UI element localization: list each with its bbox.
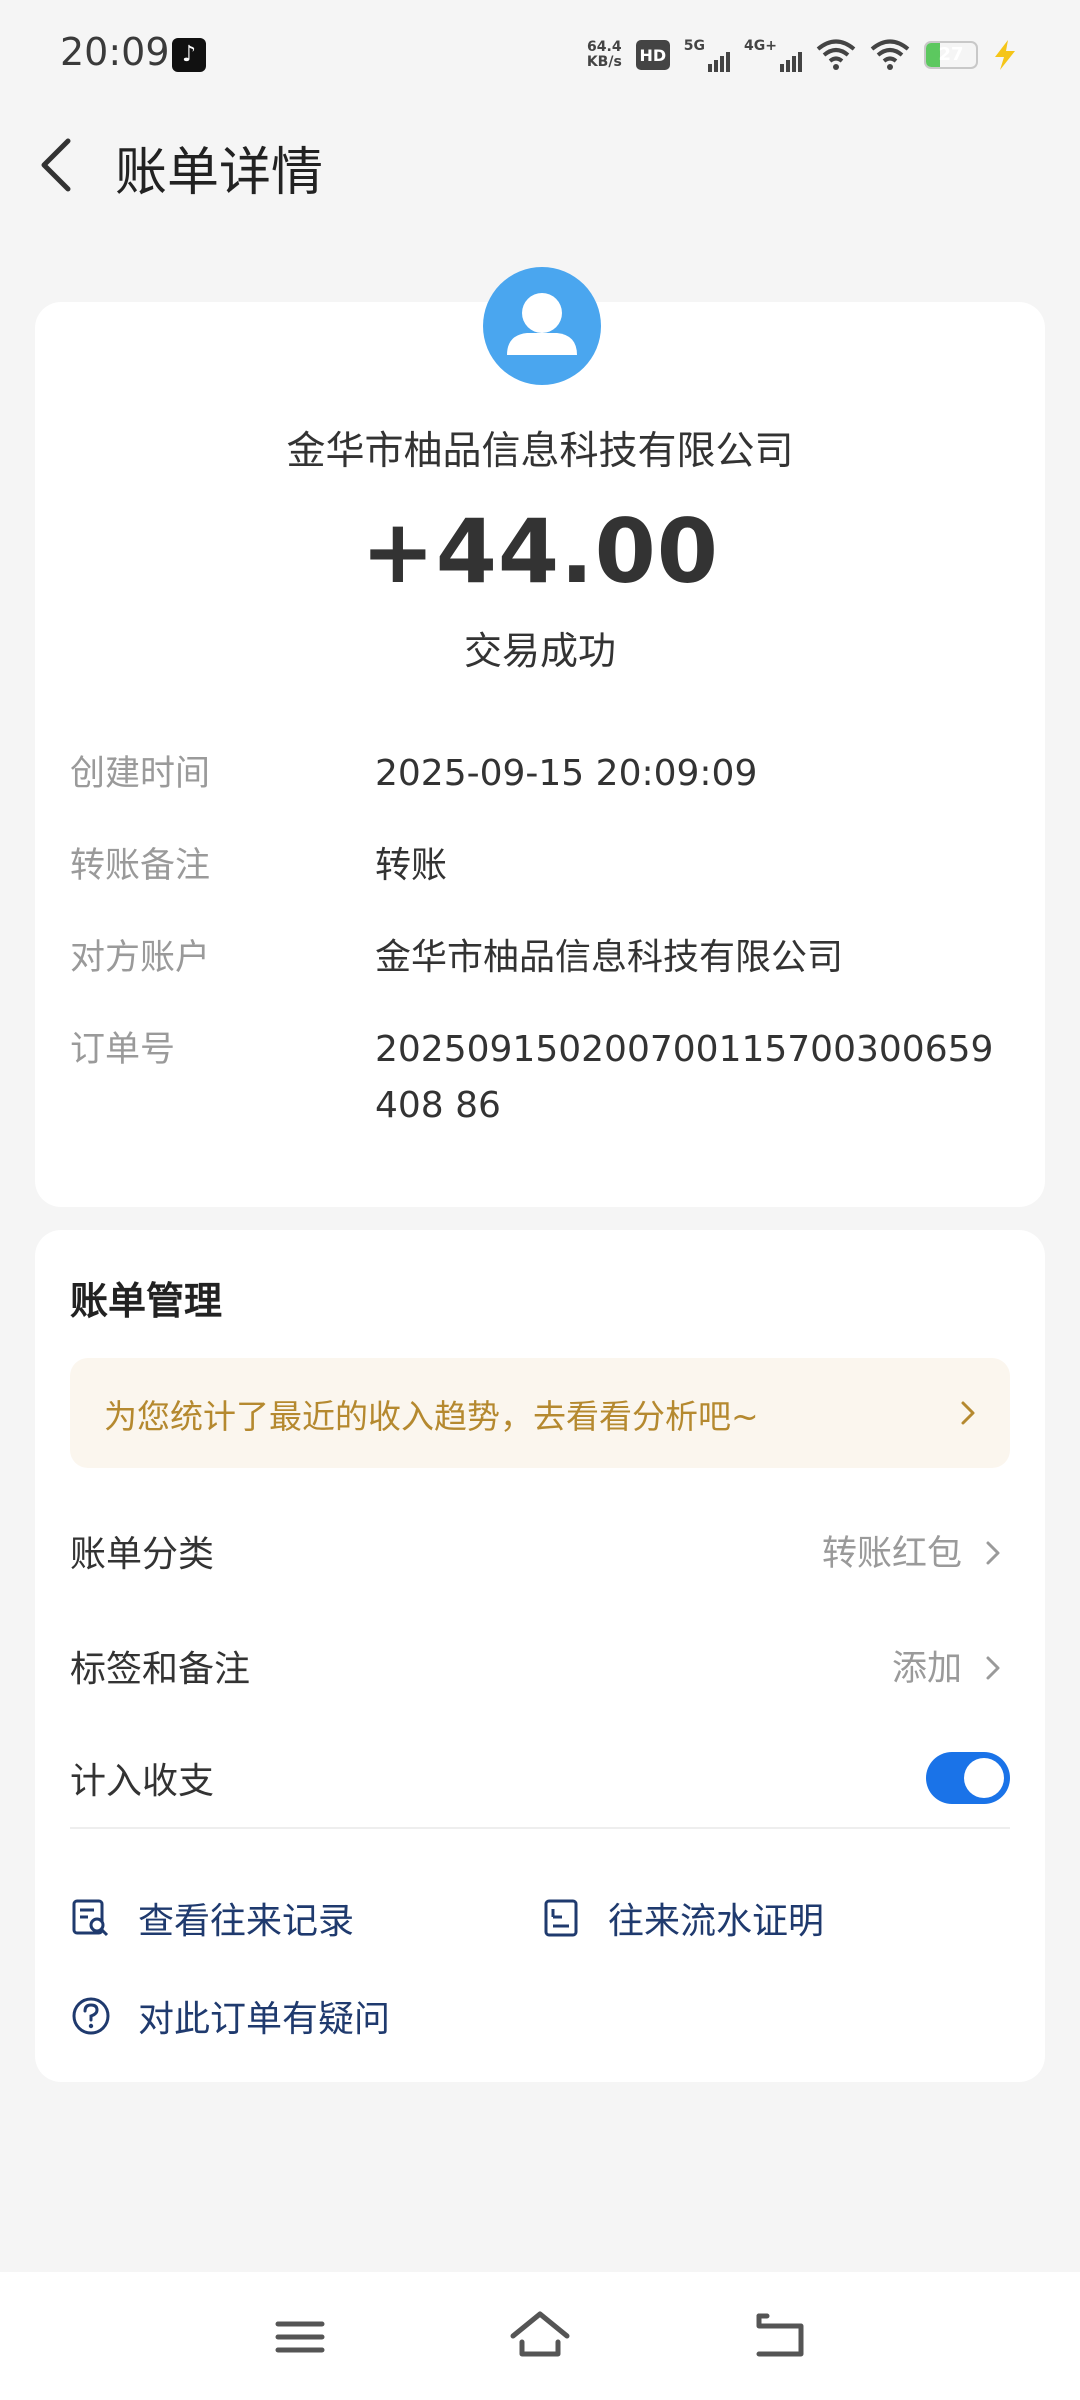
user-avatar-icon [483, 267, 601, 385]
chevron-left-icon[interactable] [30, 125, 110, 205]
network-speed: 64.4 KB/s [586, 39, 622, 70]
transaction-card: 金华市柚品信息科技有限公司 +44.00 交易成功 创建时间 2025-09-1… [35, 267, 1045, 1207]
detail-label: 转账备注 [70, 846, 211, 886]
income-trend-banner[interactable]: 为您统计了最近的收入趋势，去看看分析吧~ [70, 1358, 1010, 1468]
transaction-certificate-link[interactable]: 往来流水证明 [540, 1888, 824, 1948]
home-icon[interactable] [505, 2302, 575, 2372]
banner-text: 为您统计了最近的收入趋势，去看看分析吧~ [104, 1397, 759, 1436]
detail-value[interactable]: 2025-09-15 20:09:09 [375, 746, 1065, 802]
tiktok-icon: ♪ [172, 38, 206, 72]
chevron-right-icon [986, 1656, 1000, 1680]
tags-notes-row[interactable]: 标签和备注 添加 [70, 1628, 1010, 1708]
transaction-status: 交易成功 [463, 629, 616, 673]
bill-management-card: 账单管理 为您统计了最近的收入趋势，去看看分析吧~ 账单分类 转账红包 标签和备… [35, 1230, 1045, 2082]
row-label: 标签和备注 [70, 1649, 251, 1690]
transaction-amount: +44.00 [360, 500, 720, 603]
wifi-icon [816, 39, 856, 70]
row-label: 账单分类 [70, 1534, 215, 1575]
bill-category-row[interactable]: 账单分类 转账红包 [70, 1513, 1010, 1593]
wifi-icon [870, 39, 910, 70]
sim2-signal-icon: 4G+ [744, 38, 802, 72]
document-certificate-icon [544, 1899, 578, 1937]
order-question-link[interactable]: 对此订单有疑问 [70, 1986, 390, 2046]
charging-icon [995, 40, 1015, 70]
record-search-icon [72, 1899, 109, 1937]
status-time: 20:09 [60, 30, 170, 74]
link-label: 查看往来记录 [138, 1901, 355, 1942]
toggle-knob [964, 1758, 1004, 1798]
divider [70, 1827, 1010, 1829]
question-circle-icon [72, 1997, 110, 2035]
include-in-budget-toggle[interactable] [926, 1752, 1010, 1804]
detail-label: 创建时间 [70, 754, 211, 794]
merchant-name: 金华市柚品信息科技有限公司 [286, 429, 794, 474]
header: 账单详情 [0, 110, 1080, 260]
link-label: 往来流水证明 [608, 1901, 825, 1942]
order-number-value[interactable]: 202509150200700115700300659408 86 [375, 1022, 1015, 1134]
battery-icon: 27 [924, 41, 978, 69]
include-in-budget-row: 计入收支 [70, 1740, 1010, 1820]
view-records-link[interactable]: 查看往来记录 [70, 1888, 354, 1948]
system-navigation-bar [0, 2272, 1080, 2400]
section-title: 账单管理 [70, 1279, 223, 1323]
detail-value[interactable]: 金华市柚品信息科技有限公司 [375, 930, 1065, 986]
detail-label: 订单号 [70, 1030, 176, 1070]
back-arrow-icon[interactable] [745, 2302, 815, 2372]
row-label: 计入收支 [70, 1761, 215, 1802]
detail-label: 对方账户 [70, 938, 211, 978]
hd-icon: HD [635, 40, 670, 70]
status-bar: 20:09 ♪ 64.4 KB/s HD 5G 4G+ 27 [0, 0, 1080, 110]
row-value: 转账红包 [821, 1534, 962, 1574]
sim1-signal-icon: 5G [684, 38, 731, 72]
link-label: 对此订单有疑问 [138, 1999, 391, 2040]
chevron-right-icon [961, 1401, 975, 1425]
detail-value[interactable]: 转账 [375, 838, 1065, 894]
row-value: 添加 [891, 1649, 962, 1689]
menu-icon[interactable] [265, 2302, 335, 2372]
status-indicators: 64.4 KB/s HD 5G 4G+ 27 [587, 32, 1018, 78]
page-title: 账单详情 [115, 143, 324, 203]
chevron-right-icon [986, 1541, 1000, 1565]
